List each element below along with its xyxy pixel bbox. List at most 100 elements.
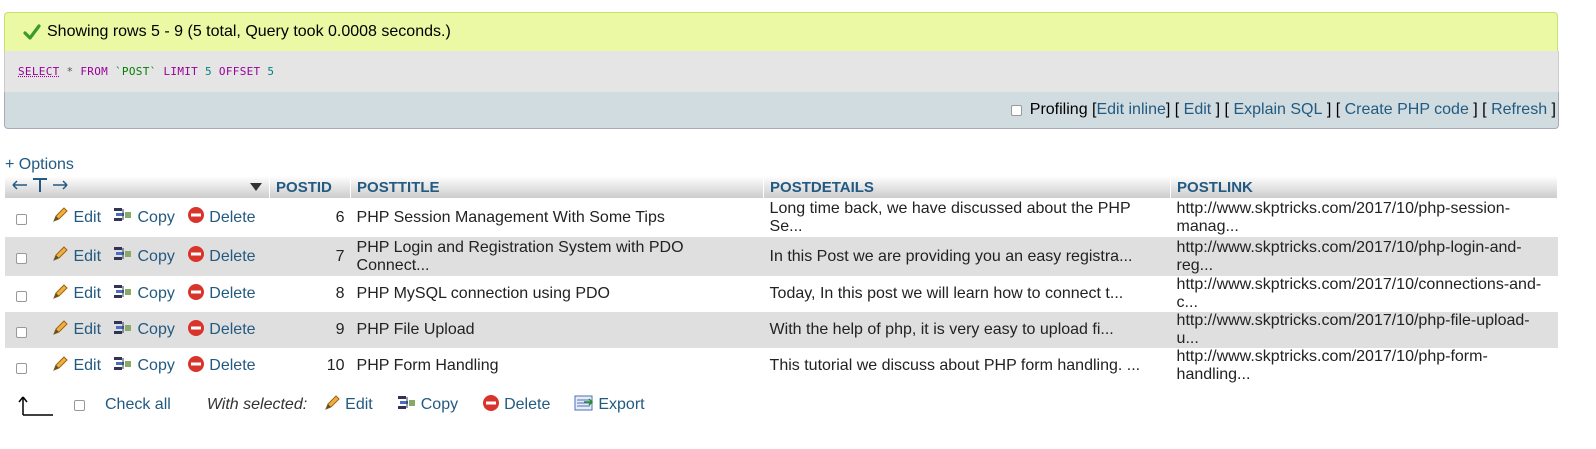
profiling-group: Profiling [Edit inline] [ Edit ] [ Expla… <box>1010 101 1556 119</box>
create-php-code-link[interactable]: Create PHP code <box>1345 101 1469 119</box>
sql-from-keyword: FROM <box>80 65 109 78</box>
row-edit-button[interactable]: Edit <box>51 355 101 378</box>
check-all-link[interactable]: Check all <box>105 396 171 414</box>
cell-postlink[interactable]: http://www.skptricks.com/2017/10/php-for… <box>1170 348 1558 384</box>
row-checkbox[interactable] <box>16 290 27 302</box>
cell-posttitle[interactable]: PHP Form Handling <box>350 348 764 384</box>
row-checkbox[interactable] <box>16 214 27 226</box>
table-row: Edit Copy Delete 10 PHP Form Handling Th… <box>5 348 1558 384</box>
row-delete-button[interactable]: Delete <box>187 319 256 342</box>
cell-postdetails[interactable]: Today, In this post we will learn how to… <box>763 276 1171 312</box>
cell-postlink[interactable]: http://www.skptricks.com/2017/10/php-log… <box>1170 237 1558 276</box>
row-copy-button[interactable]: Copy <box>113 245 175 268</box>
copy-icon <box>397 394 417 417</box>
export-icon <box>574 394 594 417</box>
cell-postdetails[interactable]: With the help of php, it is very easy to… <box>763 312 1171 348</box>
sql-limit-value: 5 <box>205 65 212 78</box>
explain-sql-link[interactable]: Explain SQL <box>1233 101 1322 119</box>
delete-icon <box>187 245 205 268</box>
edit-inline-link[interactable]: Edit inline <box>1096 101 1165 119</box>
with-selected-label: With selected: <box>206 396 308 413</box>
row-delete-button[interactable]: Delete <box>187 283 256 306</box>
cell-posttitle[interactable]: PHP Session Management With Some Tips <box>350 198 764 237</box>
cell-postid[interactable]: 9 <box>269 312 351 348</box>
pencil-icon <box>51 206 69 229</box>
sql-query: SELECT * FROM `POST` LIMIT 5 OFFSET 5 <box>18 65 274 78</box>
row-edit-button[interactable]: Edit <box>51 245 101 268</box>
pencil-icon <box>51 245 69 268</box>
bulk-copy-button[interactable]: Copy <box>397 394 458 417</box>
sql-query-box: SELECT * FROM `POST` LIMIT 5 OFFSET 5 <box>4 51 1559 92</box>
edit-query-link[interactable]: Edit <box>1184 101 1212 119</box>
row-copy-button[interactable]: Copy <box>113 355 175 378</box>
check-icon <box>23 23 41 41</box>
row-delete-button[interactable]: Delete <box>187 206 256 229</box>
row-edit-button[interactable]: Edit <box>51 206 101 229</box>
column-header-postid[interactable]: POSTID <box>269 176 352 198</box>
pencil-icon <box>51 355 69 378</box>
delete-icon <box>187 319 205 342</box>
bulk-export-button[interactable]: Export <box>574 394 645 417</box>
column-header-postdetails[interactable]: POSTDETAILS <box>763 176 1172 198</box>
sql-select-keyword[interactable]: SELECT <box>18 65 60 78</box>
copy-icon <box>113 319 133 342</box>
row-actions: Edit Copy Delete <box>5 237 270 276</box>
delete-icon <box>187 355 205 378</box>
cell-postid[interactable]: 6 <box>269 198 351 237</box>
row-actions: Edit Copy Delete <box>5 312 270 348</box>
cell-postdetails[interactable]: In this Post we are providing you an eas… <box>763 237 1171 276</box>
sql-table-name: `POST` <box>115 65 157 78</box>
check-all-checkbox[interactable] <box>74 399 85 411</box>
profiling-checkbox[interactable] <box>1010 104 1022 116</box>
row-copy-button[interactable]: Copy <box>113 283 175 306</box>
pencil-icon <box>51 319 69 342</box>
select-arrow-icon <box>18 394 54 416</box>
bulk-delete-button[interactable]: Delete <box>482 394 550 417</box>
sort-dropdown-icon[interactable] <box>249 179 263 196</box>
column-arrows-icon[interactable] <box>11 176 69 198</box>
column-header-posttitle[interactable]: POSTTITLE <box>350 176 765 198</box>
cell-postid[interactable]: 10 <box>269 348 351 384</box>
copy-icon <box>113 283 133 306</box>
row-copy-button[interactable]: Copy <box>113 206 175 229</box>
options-toggle[interactable]: + Options <box>5 156 74 174</box>
row-delete-button[interactable]: Delete <box>187 355 256 378</box>
cell-postdetails[interactable]: This tutorial we discuss about PHP form … <box>763 348 1171 384</box>
row-delete-button[interactable]: Delete <box>187 245 256 268</box>
cell-posttitle[interactable]: PHP Login and Registration System with P… <box>350 237 764 276</box>
row-checkbox[interactable] <box>16 253 27 265</box>
table-row: Edit Copy Delete 6 PHP Session Managemen… <box>5 198 1558 237</box>
row-edit-button[interactable]: Edit <box>51 283 101 306</box>
cell-postid[interactable]: 7 <box>269 237 351 276</box>
row-checkbox[interactable] <box>16 326 27 338</box>
cell-postlink[interactable]: http://www.skptricks.com/2017/10/php-ses… <box>1170 198 1558 237</box>
table-row: Edit Copy Delete 9 PHP File Upload With … <box>5 312 1558 348</box>
column-resize-header <box>5 176 271 198</box>
row-checkbox[interactable] <box>16 362 27 374</box>
copy-icon <box>113 355 133 378</box>
column-header-postlink[interactable]: POSTLINK <box>1170 176 1558 198</box>
copy-icon <box>113 245 133 268</box>
sql-limit-keyword: LIMIT <box>163 65 199 78</box>
bulk-actions-bar: Check all With selected: Edit Copy Delet… <box>18 392 669 418</box>
cell-postlink[interactable]: http://www.skptricks.com/2017/10/connect… <box>1170 276 1558 312</box>
delete-icon <box>482 394 500 417</box>
cell-postlink[interactable]: http://www.skptricks.com/2017/10/php-fil… <box>1170 312 1558 348</box>
pencil-icon <box>323 394 341 417</box>
delete-icon <box>187 283 205 306</box>
sql-offset-keyword: OFFSET <box>218 65 261 78</box>
row-edit-button[interactable]: Edit <box>51 319 101 342</box>
sql-star: * <box>66 65 74 78</box>
cell-postid[interactable]: 8 <box>269 276 351 312</box>
refresh-link[interactable]: Refresh <box>1491 101 1547 119</box>
cell-postdetails[interactable]: Long time back, we have discussed about … <box>763 198 1171 237</box>
sql-tools-bar: Profiling [Edit inline] [ Edit ] [ Expla… <box>4 92 1559 129</box>
table-row: Edit Copy Delete 8 PHP MySQL connection … <box>5 276 1558 312</box>
bulk-edit-button[interactable]: Edit <box>323 394 373 417</box>
cell-posttitle[interactable]: PHP File Upload <box>350 312 764 348</box>
success-banner: Showing rows 5 - 9 (5 total, Query took … <box>4 12 1558 51</box>
profiling-label: Profiling <box>1029 101 1088 118</box>
cell-posttitle[interactable]: PHP MySQL connection using PDO <box>350 276 764 312</box>
row-copy-button[interactable]: Copy <box>113 319 175 342</box>
pencil-icon <box>51 283 69 306</box>
